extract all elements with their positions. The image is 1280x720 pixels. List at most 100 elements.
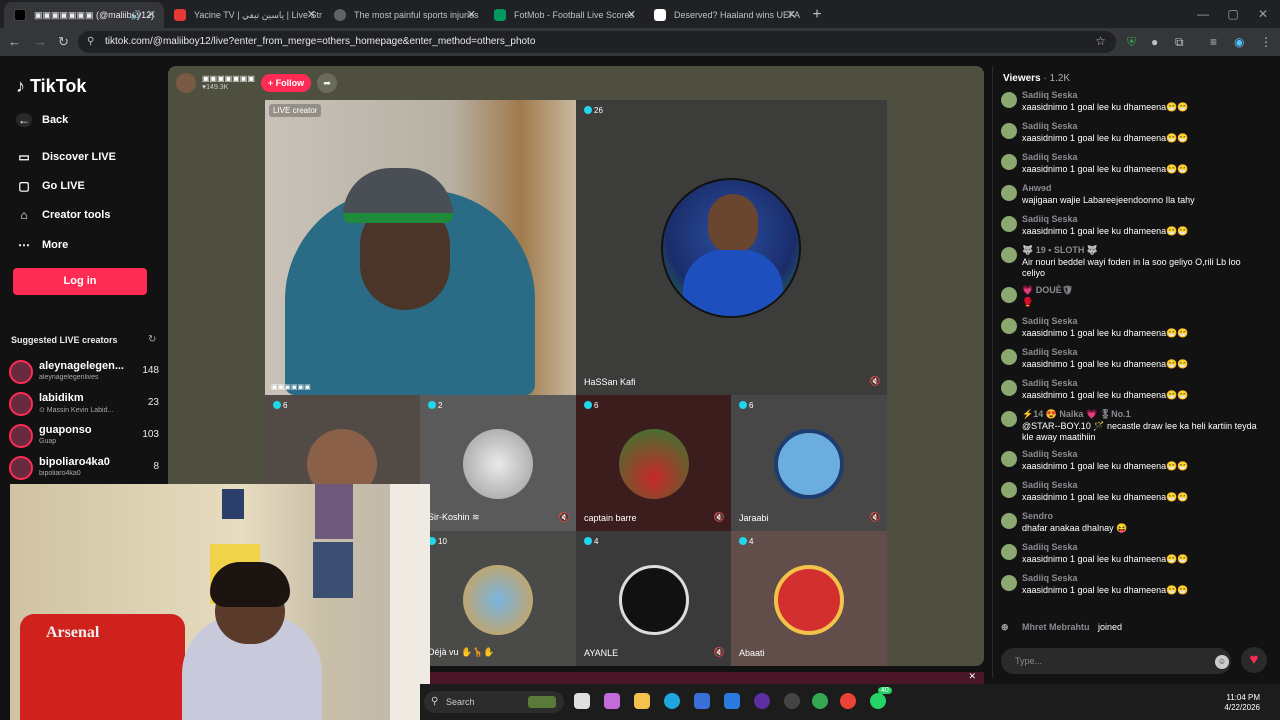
chat-username[interactable]: Sadiiq Seska <box>1022 573 1078 583</box>
chat-username[interactable]: Sadiiq Seska <box>1022 347 1078 357</box>
speaker-icon[interactable]: 🔊 <box>131 2 142 28</box>
guest-tile[interactable]: 4 Abaati <box>731 531 887 666</box>
guest-tile[interactable]: 2 Sir-Koshin ≋ 🔇 <box>420 395 576 531</box>
chat-username[interactable]: 💗 DOUÈ🛡 <box>1022 285 1073 296</box>
edge-icon[interactable] <box>664 693 680 709</box>
address-bar[interactable]: ⚲ tiktok.com/@maliiboy12/live?enter_from… <box>78 31 1116 53</box>
chrome-active-icon[interactable] <box>840 693 856 709</box>
viewers-header[interactable]: Viewers · 1.2K <box>1003 73 1070 84</box>
chat-username[interactable]: Sadiiq Seska <box>1022 90 1078 100</box>
chat-username[interactable]: Sadiiq Seska <box>1022 121 1078 131</box>
chat-username[interactable]: Sadiiq Seska <box>1022 542 1078 552</box>
avatar[interactable] <box>1001 575 1017 591</box>
chat-username[interactable]: Sadiiq Seska <box>1022 480 1078 490</box>
suggested-creator[interactable]: bipoliaro4ka0 bipoliaro4ka0 8 <box>9 454 159 482</box>
bookmark-star-icon[interactable]: ☆ <box>1095 34 1106 48</box>
store-icon[interactable] <box>694 693 710 709</box>
chat-username[interactable]: ⚡14 😍 Nalka 💗 🎖No.1 <box>1022 409 1131 420</box>
whatsapp-icon[interactable] <box>870 693 886 709</box>
tab-injuries[interactable]: The most painful sports injuries ✕ <box>324 2 484 28</box>
chat-username[interactable]: Sadiiq Seska <box>1022 316 1078 326</box>
suggested-creator[interactable]: guaponso Guap 103 <box>9 422 159 450</box>
chat-username[interactable]: Sadiiq Seska <box>1022 378 1078 388</box>
close-tab-icon[interactable]: ✕ <box>787 2 796 28</box>
chat-username[interactable]: Aнwɘd <box>1022 183 1051 193</box>
emoji-icon[interactable]: ☺ <box>1215 655 1229 669</box>
avatar[interactable] <box>1001 318 1017 334</box>
avatar[interactable] <box>1001 287 1017 303</box>
close-window-button[interactable]: ✕ <box>1248 0 1278 28</box>
avatar[interactable] <box>1001 380 1017 396</box>
guest-tile[interactable]: 6 Jaraabi 🔇 <box>731 395 887 531</box>
login-button[interactable]: Log in <box>13 268 147 295</box>
url-text[interactable]: tiktok.com/@maliiboy12/live?enter_from_m… <box>105 31 535 53</box>
chrome-icon[interactable] <box>812 693 828 709</box>
host-avatar[interactable] <box>176 73 196 93</box>
app-icon[interactable] <box>784 693 800 709</box>
taskbar-search[interactable]: ⚲ Search <box>424 691 564 713</box>
maximize-button[interactable]: ▢ <box>1218 0 1248 28</box>
minimize-button[interactable]: — <box>1188 0 1218 28</box>
shield-extension-icon[interactable]: ⛨ <box>1127 28 1136 56</box>
refresh-icon[interactable]: ↻ <box>148 334 156 345</box>
avatar[interactable] <box>1001 349 1017 365</box>
sidebar-item-more[interactable]: ⋯ More <box>16 238 68 252</box>
sidebar-item-discover-live[interactable]: ▭ Discover LIVE <box>16 150 116 164</box>
copilot-icon[interactable] <box>604 693 620 709</box>
reload-icon[interactable]: ↻ <box>58 28 69 56</box>
avatar[interactable] <box>1001 185 1017 201</box>
avatar[interactable] <box>1001 123 1017 139</box>
guest-tile[interactable]: 10 Déjà vu ✋🦒✋ <box>420 531 576 666</box>
back-link[interactable]: ← Back <box>16 113 68 127</box>
guest-tile[interactable]: 6 captain barre 🔇 <box>576 395 731 531</box>
menu-dots-icon[interactable]: ⋮ <box>1260 28 1272 56</box>
heart-like-button[interactable]: ♥ <box>1241 647 1267 673</box>
avatar[interactable] <box>1001 216 1017 232</box>
avatar[interactable] <box>1001 482 1017 498</box>
sidebar-item-go-live[interactable]: ▢ Go LIVE <box>16 179 84 193</box>
chat-input[interactable]: Type... <box>1001 648 1231 674</box>
avatar[interactable] <box>1001 411 1017 427</box>
close-tab-icon[interactable]: ✕ <box>307 2 316 28</box>
avatar[interactable] <box>1001 544 1017 560</box>
close-strip-icon[interactable]: ✕ <box>968 671 976 682</box>
tab-haaland[interactable]: Deserved? Haaland wins UEFA ✕ <box>644 2 804 28</box>
tiktok-logo[interactable]: ♪ TikTok <box>16 76 86 97</box>
close-tab-icon[interactable]: ✕ <box>627 2 636 28</box>
chat-username[interactable]: 🐺 19 • SLOTH 🐺 <box>1022 245 1098 256</box>
forward-icon[interactable]: → <box>34 28 47 56</box>
avatar[interactable] <box>1001 154 1017 170</box>
tab-fotmob[interactable]: FotMob - Football Live Scores ✕ <box>484 2 644 28</box>
back-icon[interactable]: ← <box>8 28 21 56</box>
chat-username[interactable]: Sadiiq Seska <box>1022 152 1078 162</box>
extension-icon[interactable]: ● <box>1151 28 1158 56</box>
tab-yacine[interactable]: Yacine TV | ياسين تيفي | Live Str ✕ <box>164 2 324 28</box>
tab-tiktok[interactable]: ▣▣▣▣▣▣▣ (@maliiboy12) 🔊 ✕ <box>4 2 164 28</box>
sidebar-item-creator-tools[interactable]: ⌂ Creator tools <box>16 208 110 222</box>
follow-button[interactable]: + Follow <box>260 74 312 92</box>
outlook-icon[interactable] <box>724 693 740 709</box>
chat-username[interactable]: Sadiiq Seska <box>1022 214 1078 224</box>
media-icon[interactable]: ≡ <box>1210 28 1217 56</box>
avatar[interactable] <box>1001 451 1017 467</box>
guest-tile[interactable]: 4 AYANLE 🔇 <box>576 531 731 666</box>
chat-username[interactable]: Sendro <box>1022 511 1053 521</box>
creator-video[interactable]: LIVE creator ▣▣▣▣▣▣ <box>265 100 576 395</box>
task-view-icon[interactable] <box>574 693 590 709</box>
close-tab-icon[interactable]: ✕ <box>147 2 156 28</box>
profile-icon[interactable]: ◉ <box>1234 28 1244 56</box>
avatar[interactable] <box>1001 513 1017 529</box>
avatar[interactable] <box>1001 92 1017 108</box>
guest-tile[interactable]: 26 HaSSan Kafi 🔇 <box>576 100 887 395</box>
puzzle-icon[interactable]: ⧉ <box>1175 28 1184 56</box>
site-info-icon[interactable]: ⚲ <box>87 36 94 47</box>
system-clock[interactable]: 11:04 PM 4/22/2026 <box>1224 693 1260 713</box>
file-explorer-icon[interactable] <box>634 693 650 709</box>
avatar[interactable] <box>1001 247 1017 263</box>
close-tab-icon[interactable]: ✕ <box>467 2 476 28</box>
new-tab-button[interactable]: + <box>804 2 830 28</box>
app-icon[interactable] <box>754 693 770 709</box>
chat-username[interactable]: Sadiiq Seska <box>1022 449 1078 459</box>
suggested-creator[interactable]: aleynagelegen... aleynagelegenlives 148 <box>9 358 159 386</box>
suggested-creator[interactable]: labidikm ⊙ Massin Kevin Labid... 23 <box>9 390 159 418</box>
